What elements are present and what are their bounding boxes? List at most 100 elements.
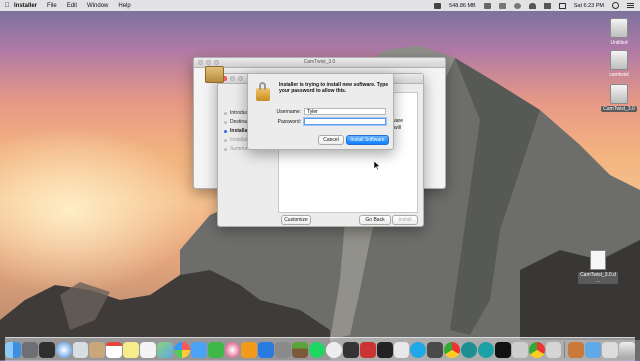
step-introduction: Introduc xyxy=(224,110,248,116)
skype-icon[interactable] xyxy=(410,341,427,358)
menu-file[interactable]: File xyxy=(47,3,57,9)
zoom-button[interactable] xyxy=(238,76,243,81)
step-dot-icon xyxy=(224,120,227,124)
dock xyxy=(5,337,635,361)
customize-button[interactable]: Customize xyxy=(281,215,311,225)
install-software-button[interactable]: Install Software xyxy=(346,135,389,145)
desktop-icon-label: camtwist xyxy=(609,72,629,78)
safari-icon[interactable] xyxy=(55,341,72,358)
chrome-icon-2[interactable] xyxy=(528,341,545,358)
step-dot-icon xyxy=(224,111,227,115)
dock-divider xyxy=(564,341,566,358)
password-label: Password: xyxy=(277,119,301,125)
contacts-icon[interactable] xyxy=(89,341,106,358)
pdf-app-icon[interactable] xyxy=(393,341,410,358)
minimize-button[interactable] xyxy=(206,60,211,65)
arduino-icon[interactable] xyxy=(477,341,494,358)
facetime-icon[interactable] xyxy=(207,341,224,358)
step-summary: Summa xyxy=(224,146,247,152)
password-field[interactable] xyxy=(304,118,386,125)
maps-icon[interactable] xyxy=(157,341,173,358)
close-button[interactable] xyxy=(198,60,203,65)
auth-dialog[interactable]: Installer is trying to install new softw… xyxy=(247,73,394,150)
chrome-icon[interactable] xyxy=(444,341,461,358)
username-field[interactable]: Tyler xyxy=(304,108,386,115)
apple-menu-icon[interactable]:  xyxy=(0,2,14,9)
menu-window[interactable]: Window xyxy=(87,3,108,9)
go-back-button[interactable]: Go Back xyxy=(359,215,391,225)
browser-icon[interactable] xyxy=(461,341,477,358)
itunes-icon[interactable] xyxy=(224,341,241,358)
lock-shackle-icon xyxy=(259,82,266,90)
launchpad-icon[interactable] xyxy=(21,341,38,358)
mouse-cursor-icon xyxy=(374,161,380,170)
photo-app-icon[interactable] xyxy=(359,341,376,358)
minimize-button[interactable] xyxy=(230,76,235,81)
steam-icon[interactable] xyxy=(325,341,342,358)
documents-icon[interactable] xyxy=(602,341,619,358)
file-icon xyxy=(590,250,606,270)
install-button[interactable]: Install xyxy=(392,215,418,225)
wifi-icon[interactable] xyxy=(528,2,536,9)
desktop-icon-camtwist[interactable]: camtwist xyxy=(599,50,639,78)
notes-icon[interactable] xyxy=(123,341,140,358)
menu-bar:  Installer File Edit Window Help 548.86… xyxy=(0,0,640,11)
calendar-icon[interactable] xyxy=(106,341,123,358)
finder-window-title: CamTwist_3.0 xyxy=(303,59,336,65)
bluetooth-icon[interactable] xyxy=(498,2,506,9)
status-area: 548.86 MB Sat 6:23 PM xyxy=(434,0,634,11)
step-installation: Installati xyxy=(224,137,248,143)
step-dot-icon xyxy=(224,138,227,142)
filmstrip-icon[interactable] xyxy=(376,341,393,358)
desktop-icon-camtwist-volume[interactable]: CamTwist_3.0 xyxy=(599,84,639,112)
app-icon[interactable] xyxy=(342,341,359,358)
downloads-icon[interactable] xyxy=(545,341,562,358)
mail-icon[interactable] xyxy=(72,341,89,358)
spotlight-icon[interactable] xyxy=(612,2,619,9)
time-machine-icon[interactable] xyxy=(513,2,521,9)
step-dot-icon xyxy=(224,147,227,151)
disk-status[interactable]: 548.86 MB xyxy=(449,3,476,9)
menu-edit[interactable]: Edit xyxy=(67,3,77,9)
step-dot-icon xyxy=(224,129,227,133)
book-app-icon[interactable] xyxy=(427,341,444,358)
menu-help[interactable]: Help xyxy=(118,3,130,9)
terminal-icon[interactable] xyxy=(494,341,511,358)
battery-icon[interactable] xyxy=(558,2,566,9)
zoom-button[interactable] xyxy=(214,60,219,65)
step-destination: Destinati xyxy=(224,119,249,125)
minecraft-icon[interactable] xyxy=(292,341,309,358)
desktop-icon-label: CamTwist_3.0 xyxy=(601,106,637,112)
photos-icon[interactable] xyxy=(173,341,190,358)
desktop-icon-label: Untitled xyxy=(610,40,628,46)
drive-icon xyxy=(610,84,628,104)
folder-icon[interactable] xyxy=(585,341,602,358)
window-controls xyxy=(198,60,219,65)
desktop-icon-label: CamTwist_3.0.d ... xyxy=(578,272,618,284)
notification-center-icon[interactable] xyxy=(627,2,634,9)
reminders-icon[interactable] xyxy=(140,341,157,358)
app-store-icon[interactable] xyxy=(258,341,275,358)
drive-icon xyxy=(610,18,628,38)
username-label: Username: xyxy=(276,109,301,115)
window-controls xyxy=(222,76,243,81)
desktop-icon-untitled[interactable]: Untitled xyxy=(599,18,639,46)
ibooks-icon[interactable] xyxy=(241,341,258,358)
finder-icon[interactable] xyxy=(5,341,21,358)
trash-icon[interactable] xyxy=(619,341,635,358)
dashboard-icon[interactable] xyxy=(38,341,55,358)
utility-icon[interactable] xyxy=(511,341,528,358)
auth-message: Installer is trying to install new softw… xyxy=(279,82,389,94)
system-preferences-icon[interactable] xyxy=(275,341,292,358)
installer-package-icon xyxy=(205,66,224,83)
dropbox-icon[interactable] xyxy=(483,2,491,9)
spotify-icon[interactable] xyxy=(309,341,325,358)
desktop-icon-camtwist-dmg[interactable]: CamTwist_3.0.d ... xyxy=(578,250,618,284)
clock[interactable]: Sat 6:23 PM xyxy=(574,3,604,9)
messages-icon[interactable] xyxy=(190,341,207,358)
app-status-icon[interactable] xyxy=(434,2,442,9)
stack-icon[interactable] xyxy=(568,341,585,358)
volume-icon[interactable] xyxy=(543,2,551,9)
cancel-button[interactable]: Cancel xyxy=(318,135,344,145)
menu-app-name[interactable]: Installer xyxy=(14,3,37,9)
